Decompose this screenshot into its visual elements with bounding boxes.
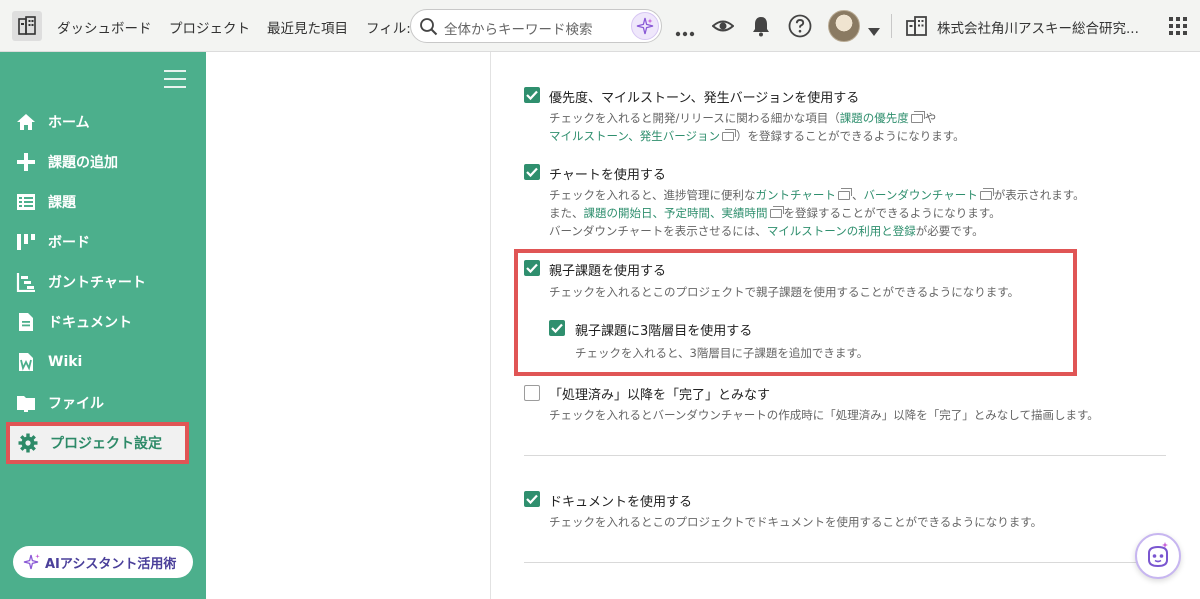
option-label: 親子課題を使用する: [549, 264, 667, 279]
option-description: チェックを入れると、進捗管理に便利なガントチャート 、バーンダウンチャート が表示さ…: [549, 186, 1085, 240]
folder-icon: [16, 393, 36, 413]
more-icon[interactable]: [675, 22, 695, 41]
option-label: 優先度、マイルストーン、発生バージョンを使用する: [549, 91, 860, 106]
sidebar-item-issues[interactable]: 課題: [0, 184, 206, 220]
sidebar-item-documents[interactable]: ドキュメント: [0, 304, 206, 340]
checkbox-third-level[interactable]: [549, 320, 565, 336]
help-link[interactable]: バーンダウンチャート: [863, 188, 977, 202]
divider: [891, 14, 892, 38]
nav-filter[interactable]: フィル:: [366, 17, 411, 37]
top-bar: ダッシュボード プロジェクト 最近見た項目 フィル: 全体からキーワード検索 株…: [0, 0, 1200, 52]
nav-dashboard[interactable]: ダッシュボード: [57, 17, 152, 37]
document-icon: [16, 312, 36, 332]
secondary-pane: [206, 52, 491, 599]
sidebar-item-add-issue[interactable]: 課題の追加: [0, 144, 206, 180]
home-icon: [16, 112, 36, 132]
sidebar-item-gantt[interactable]: ガントチャート: [0, 264, 206, 300]
board-icon: [16, 232, 36, 252]
chevron-down-icon[interactable]: [868, 21, 880, 40]
ai-assistant-bot-icon[interactable]: [1135, 533, 1181, 579]
option-description: チェックを入れるとバーンダウンチャートの作成時に「処理済み」以降を「完了」とみな…: [549, 408, 1099, 422]
sidebar-item-label: 課題の追加: [48, 155, 118, 171]
section-divider: [524, 562, 1166, 563]
search-input[interactable]: 全体からキーワード検索: [444, 18, 593, 38]
sidebar-item-label: ファイル: [48, 396, 104, 412]
checkbox-documents[interactable]: [524, 491, 540, 507]
external-link-icon: [722, 129, 737, 141]
checkbox-resolved-as-closed[interactable]: [524, 385, 540, 401]
desc-text: チェックを入れると開発/リリースに関わる細かな項目（: [549, 111, 840, 125]
apps-grid-icon[interactable]: [1169, 17, 1187, 39]
organization-icon: [906, 16, 928, 40]
option-description: チェックを入れると開発/リリースに関わる細かな項目（課題の優先度 や マイルストー…: [549, 109, 965, 145]
sidebar-item-label: ホーム: [48, 115, 90, 131]
option-description: チェックを入れると、3階層目に子課題を追加できます。: [575, 346, 869, 360]
section-divider: [524, 455, 1166, 456]
desc-text: チェックを入れると、進捗管理に便利な: [549, 188, 756, 202]
external-link-icon: [769, 206, 784, 218]
search-icon: [419, 17, 439, 41]
sidebar-item-label: ドキュメント: [48, 315, 132, 331]
option-label: ドキュメントを使用する: [549, 495, 693, 510]
option-label: チャートを使用する: [549, 168, 666, 183]
help-icon[interactable]: [788, 14, 812, 42]
sidebar-item-wiki[interactable]: Wiki: [0, 344, 206, 380]
sidebar-item-label: プロジェクト設定: [50, 436, 162, 452]
help-link[interactable]: 課題の開始日、予定時間、実績時間: [584, 206, 768, 220]
checkbox-charts[interactable]: [524, 164, 540, 180]
help-link[interactable]: マイルストーン、発生バージョン: [549, 129, 720, 143]
nav-recent[interactable]: 最近見た項目: [267, 17, 348, 37]
desc-text: や: [924, 111, 937, 125]
desc-text: が必要です。: [915, 224, 984, 238]
sidebar-item-label: 課題: [48, 195, 76, 211]
gantt-icon: [16, 272, 36, 292]
sidebar-item-board[interactable]: ボード: [0, 224, 206, 260]
desc-text: また、: [549, 206, 584, 220]
option-label: 親子課題に3階層目を使用する: [575, 324, 753, 339]
help-link[interactable]: ガントチャート: [756, 188, 836, 202]
option-description: チェックを入れるとこのプロジェクトでドキュメントを使用することができるようになり…: [549, 515, 1043, 529]
wiki-icon: [16, 352, 36, 372]
sidebar-item-label: ボード: [48, 235, 90, 251]
list-icon: [16, 192, 36, 212]
sidebar: ホーム 課題の追加 課題 ボード ガントチャート ドキュメント Wiki ファイ…: [0, 52, 206, 599]
external-link-icon: [979, 188, 994, 200]
external-link-icon: [837, 188, 852, 200]
desc-text: を登録することができるようになります。: [783, 206, 1001, 220]
sidebar-item-label: ガントチャート: [48, 275, 146, 291]
menu-collapse-icon[interactable]: [164, 70, 186, 94]
nav-projects[interactable]: プロジェクト: [169, 17, 250, 37]
avatar[interactable]: [828, 10, 860, 42]
option-description: チェックを入れるとこのプロジェクトで親子課題を使用することができるようになります…: [549, 285, 1020, 299]
checkbox-parent-child-issues[interactable]: [524, 260, 540, 276]
app-logo-icon[interactable]: [12, 11, 42, 41]
sidebar-item-project-settings[interactable]: プロジェクト設定: [6, 422, 189, 464]
eye-icon[interactable]: [711, 16, 735, 40]
sidebar-item-files[interactable]: ファイル: [0, 385, 206, 421]
gear-icon: [18, 433, 38, 453]
sidebar-item-label: Wiki: [48, 354, 83, 370]
desc-text: が表示されます。: [993, 188, 1085, 202]
sidebar-item-home[interactable]: ホーム: [0, 104, 206, 140]
external-link-icon: [910, 111, 925, 123]
sparkle-icon: [23, 553, 41, 571]
global-search[interactable]: 全体からキーワード検索: [410, 9, 662, 43]
desc-text: バーンダウンチャートを表示させるには、: [549, 224, 767, 238]
checkbox-priority-milestone[interactable]: [524, 87, 540, 103]
help-link[interactable]: 課題の優先度: [840, 111, 909, 125]
help-link[interactable]: マイルストーンの利用と登録: [767, 224, 916, 238]
desc-text: 、: [851, 188, 864, 202]
plus-icon: [16, 152, 36, 172]
ai-sparkle-icon[interactable]: [631, 12, 659, 40]
option-label: 「処理済み」以降を「完了」とみなす: [549, 388, 771, 403]
ai-assistant-label: AIアシスタント活用術: [45, 556, 177, 572]
desc-text: ）を登録することができるようになります。: [736, 129, 965, 143]
organization-name[interactable]: 株式会社角川アスキー総合研究...: [937, 17, 1139, 37]
ai-assistant-button[interactable]: AIアシスタント活用術: [13, 546, 193, 578]
settings-content: 優先度、マイルストーン、発生バージョンを使用する チェックを入れると開発/リリー…: [491, 52, 1200, 599]
bell-icon[interactable]: [751, 15, 771, 41]
